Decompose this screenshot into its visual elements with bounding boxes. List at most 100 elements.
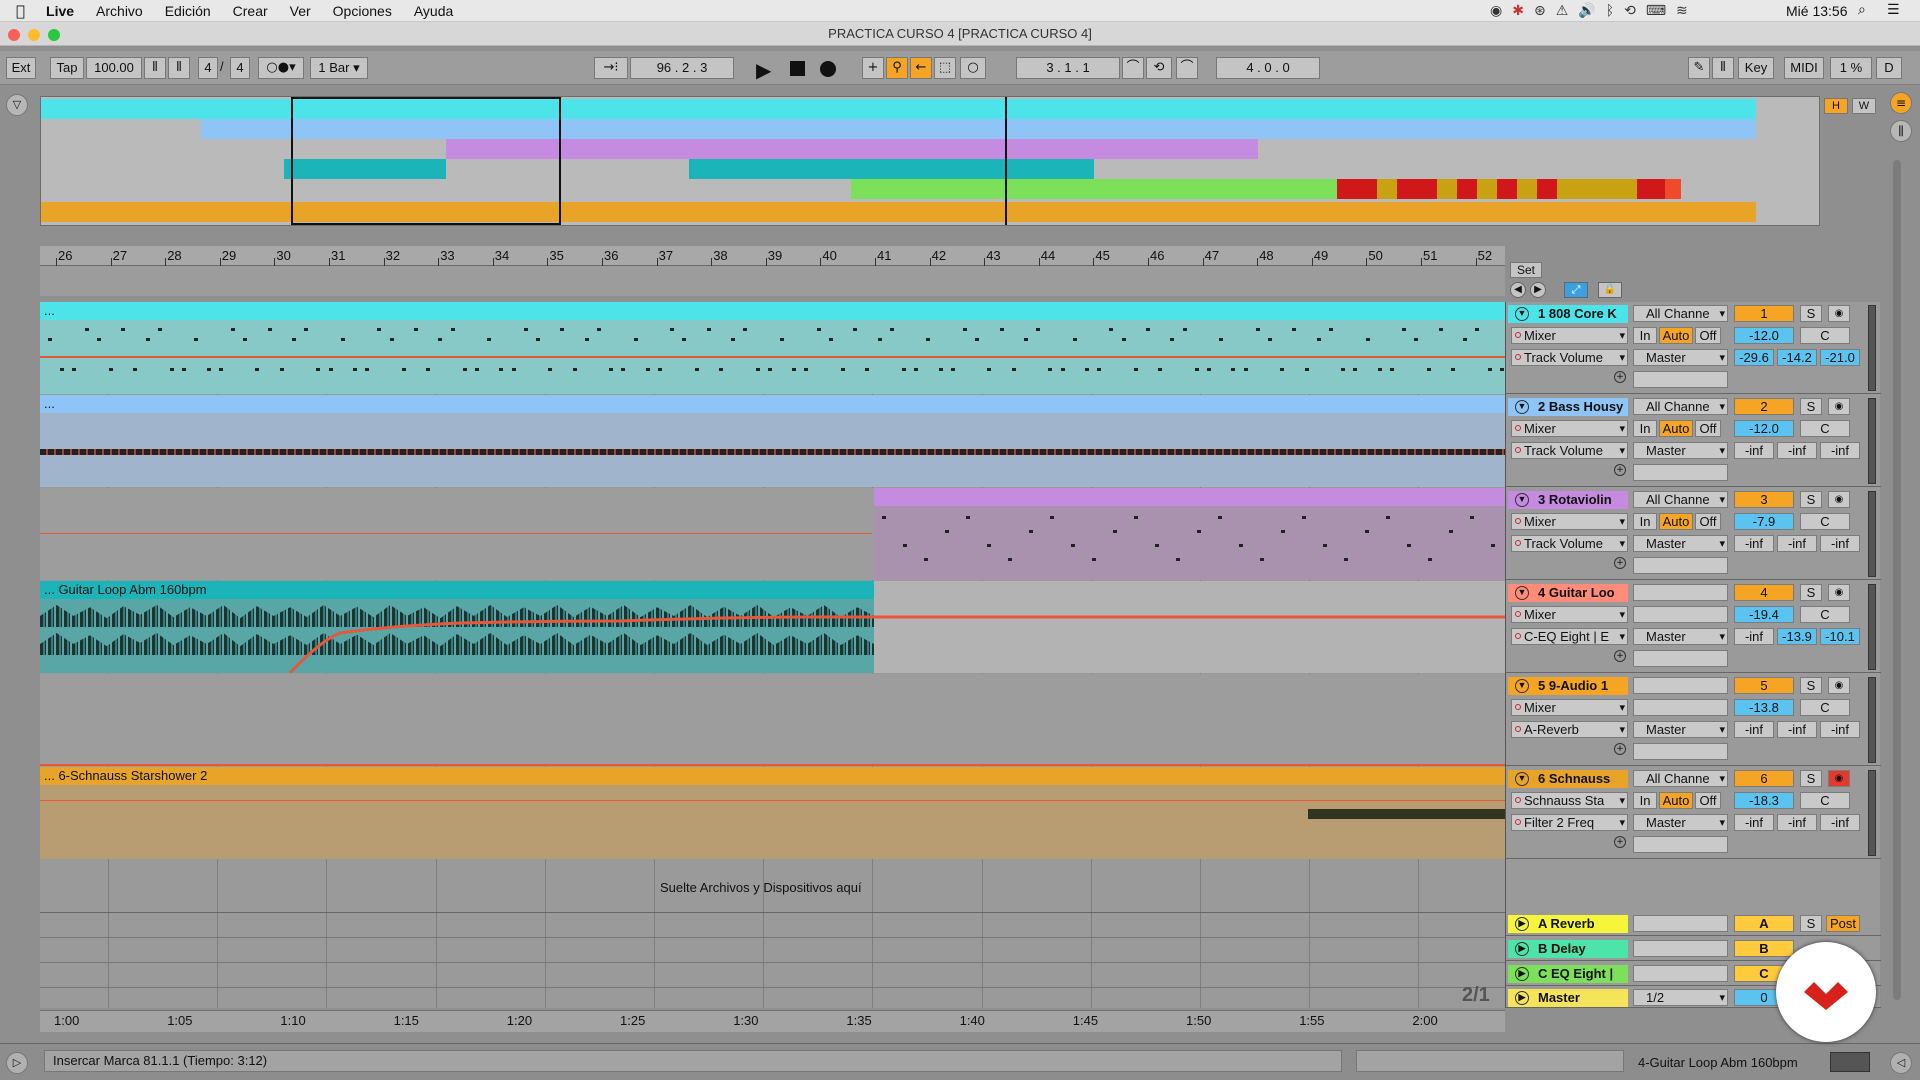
midi-map-button[interactable]: MIDI xyxy=(1784,57,1824,79)
track-lane-2[interactable]: ... xyxy=(40,395,1505,487)
menu-crear[interactable]: Crear xyxy=(222,0,279,22)
solo-button[interactable]: S xyxy=(1800,398,1822,415)
minimize-window-button[interactable] xyxy=(28,29,40,41)
add-automation-lane-icon[interactable]: + xyxy=(1614,650,1626,662)
loop-length-field[interactable]: 4 . 0 . 0 xyxy=(1216,57,1320,79)
add-automation-lane-icon[interactable]: + xyxy=(1614,557,1626,569)
browser-toggle-icon[interactable]: ▽ xyxy=(6,94,28,116)
overview-w-button[interactable]: W xyxy=(1852,98,1876,114)
solo-button[interactable]: S xyxy=(1800,584,1822,601)
fold-track-icon[interactable]: ▼ xyxy=(1515,772,1529,786)
quantize-menu[interactable]: 1 Bar ▾ xyxy=(310,57,368,79)
output-sub-empty[interactable] xyxy=(1633,836,1728,853)
beat-time-ruler[interactable]: 26 27 28 29 30 31 32 33 34 35 36 37 38 39 40 41 42 43 44 45… xyxy=(40,246,1505,266)
automation-mode-icon[interactable]: ⤢ xyxy=(1564,282,1588,298)
return-solo-button[interactable]: S xyxy=(1800,915,1822,932)
track-lane-4[interactable]: ... Guitar Loop Abm 160bpm xyxy=(40,581,1505,673)
clock[interactable]: Mié 13:56 xyxy=(1786,3,1847,19)
monitor-auto-button[interactable]: Auto xyxy=(1659,327,1693,344)
input-chooser[interactable]: All Channe xyxy=(1633,491,1728,508)
nudge-up-icon[interactable]: ⦀ xyxy=(168,57,190,79)
arrangement-position[interactable]: 96 . 2 . 3 xyxy=(630,57,734,79)
control-chooser[interactable]: Track Volume xyxy=(1511,535,1628,552)
expand-return-icon[interactable]: ▶ xyxy=(1515,917,1529,931)
pan-field[interactable]: C xyxy=(1800,513,1850,530)
menu-archivo[interactable]: Archivo xyxy=(85,0,154,22)
spotlight-icon[interactable]: ⌕ xyxy=(1858,2,1866,18)
overview-h-button[interactable]: H xyxy=(1824,98,1848,114)
computer-keyboard-icon[interactable]: ⦀ xyxy=(1712,57,1734,79)
add-automation-lane-icon[interactable]: + xyxy=(1614,836,1626,848)
menu-edicion[interactable]: Edición xyxy=(154,0,222,22)
close-window-button[interactable] xyxy=(8,29,20,41)
track-name-2[interactable]: ▼ 2 Bass Housy xyxy=(1508,398,1628,416)
keyboard-icon[interactable]: ⌨ xyxy=(1646,3,1666,19)
wifi-icon[interactable]: ≋ xyxy=(1676,3,1688,19)
arm-button[interactable]: ◉ xyxy=(1828,584,1850,601)
return-lane-b[interactable] xyxy=(40,939,1505,963)
volume-field[interactable]: -13.8 xyxy=(1734,699,1794,716)
fold-track-icon[interactable]: ▼ xyxy=(1515,493,1529,507)
notification-center-icon[interactable]: ☰ xyxy=(1887,2,1900,18)
volume-field[interactable]: -7.9 xyxy=(1734,513,1794,530)
session-record-icon[interactable]: ○ xyxy=(960,57,986,79)
monitor-auto-button[interactable]: Auto xyxy=(1659,513,1693,530)
device-chooser[interactable]: Mixer xyxy=(1511,513,1628,530)
send-c-field[interactable]: -inf xyxy=(1820,814,1860,831)
punch-out-icon[interactable]: ⌒ xyxy=(1176,57,1198,79)
add-automation-lane-icon[interactable]: + xyxy=(1614,371,1626,383)
pan-field[interactable]: C xyxy=(1800,606,1850,623)
control-chooser[interactable]: Track Volume xyxy=(1511,349,1628,366)
solo-button[interactable]: S xyxy=(1800,770,1822,787)
clip-rotaviolin[interactable] xyxy=(874,488,1505,506)
return-name[interactable]: ▶ B Delay xyxy=(1508,940,1628,958)
output-chooser[interactable]: Master xyxy=(1633,814,1728,831)
return-lane-c[interactable] xyxy=(40,964,1505,988)
send-a-field[interactable]: -inf xyxy=(1734,628,1774,645)
draw-mode-icon[interactable]: ✎ xyxy=(1688,57,1710,79)
solo-button[interactable]: S xyxy=(1800,491,1822,508)
detail-view-toggle-icon[interactable]: ◁ xyxy=(1890,1052,1912,1074)
arrangement-overview[interactable] xyxy=(40,96,1820,226)
return-name[interactable]: ▶ C EQ Eight | xyxy=(1508,965,1628,983)
monitor-in-button[interactable]: In xyxy=(1633,420,1657,437)
menu-live[interactable]: Live xyxy=(35,0,85,22)
input-chooser[interactable]: All Channe xyxy=(1633,305,1728,322)
send-c-field[interactable]: -inf xyxy=(1820,535,1860,552)
send-b-field[interactable]: -inf xyxy=(1777,814,1817,831)
arm-button[interactable]: ◉ xyxy=(1828,398,1850,415)
expand-master-icon[interactable]: ▶ xyxy=(1515,991,1529,1005)
session-view-toggle-icon[interactable]: ⫼ xyxy=(1890,120,1912,142)
send-a-field[interactable]: -29.6 xyxy=(1734,349,1774,366)
record-button[interactable] xyxy=(820,61,836,77)
previous-locator-icon[interactable]: ◀ xyxy=(1510,282,1526,298)
loop-switch-icon[interactable]: ⟲ xyxy=(1146,57,1172,79)
output-sub-empty[interactable] xyxy=(1633,371,1728,388)
record-status-icon[interactable]: ◉ xyxy=(1490,3,1502,19)
key-map-button[interactable]: Key xyxy=(1738,57,1774,79)
pan-field[interactable]: C xyxy=(1800,420,1850,437)
send-b-field[interactable]: -14.2 xyxy=(1777,349,1817,366)
output-sub-empty[interactable] xyxy=(1633,743,1728,760)
next-locator-icon[interactable]: ▶ xyxy=(1530,282,1546,298)
app-status-icon[interactable]: ✱ xyxy=(1512,3,1524,19)
time-ruler[interactable]: 1:00 1:05 1:10 1:15 1:20 1:25 1:30 1:35 1:40 1:45… xyxy=(40,1010,1505,1032)
menu-opciones[interactable]: Opciones xyxy=(322,0,403,22)
arm-button[interactable]: ◉ xyxy=(1828,491,1850,508)
track-name-4[interactable]: ▼ 4 Guitar Loo xyxy=(1508,584,1628,602)
tap-tempo-button[interactable]: Tap xyxy=(50,57,84,79)
arm-button[interactable]: ◉ xyxy=(1828,770,1850,787)
monitor-off-button[interactable]: Off xyxy=(1695,327,1721,344)
automation-arm-icon[interactable]: ⚲ xyxy=(886,57,908,79)
pan-field[interactable]: C xyxy=(1800,327,1850,344)
output-chooser[interactable]: Master xyxy=(1633,535,1728,552)
ext-sync-button[interactable]: Ext xyxy=(6,57,36,79)
track-lane-6[interactable]: ... 6-Schnauss Starshower 2 xyxy=(40,767,1505,859)
output-sub-empty[interactable] xyxy=(1633,464,1728,481)
monitor-off-button[interactable]: Off xyxy=(1695,420,1721,437)
track-activator[interactable]: 5 xyxy=(1734,677,1794,694)
output-chooser[interactable]: Master xyxy=(1633,442,1728,459)
monitor-auto-button[interactable]: Auto xyxy=(1659,420,1693,437)
overdub-icon[interactable]: + xyxy=(862,57,884,79)
arm-button[interactable]: ◉ xyxy=(1828,677,1850,694)
